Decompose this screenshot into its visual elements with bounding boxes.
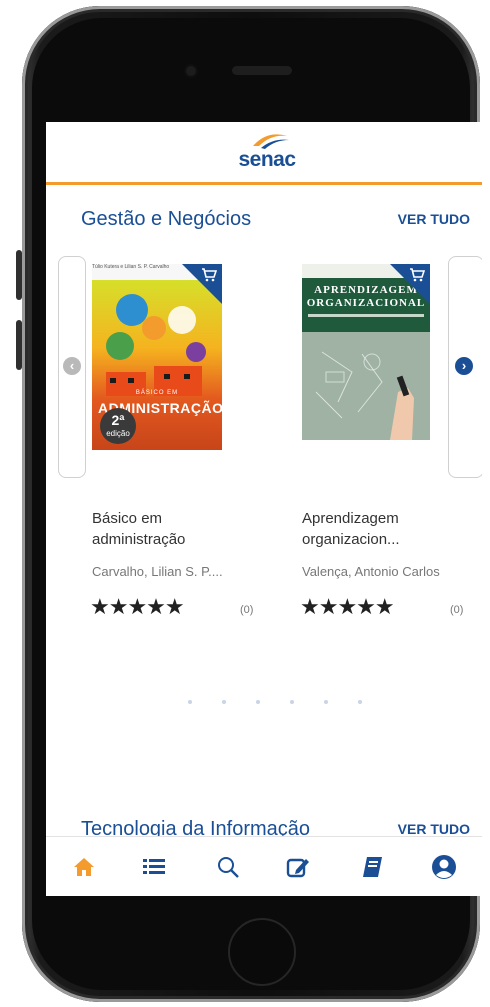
chevron-left-icon: ‹ <box>63 357 81 375</box>
carousel-prev-button[interactable]: ‹ <box>58 256 86 478</box>
logo-text: senac <box>238 148 296 171</box>
senac-logo: senac <box>233 128 301 176</box>
cart-icon[interactable] <box>201 268 217 282</box>
page-dot[interactable] <box>290 700 294 704</box>
earpiece-speaker <box>232 66 292 75</box>
home-icon <box>74 858 94 876</box>
book-author-1: Carvalho, Lilian S. P.... <box>92 564 223 579</box>
page-dot[interactable] <box>222 700 226 704</box>
rating-stars-2: ★★★★★ <box>300 594 395 619</box>
volume-down-button <box>16 320 22 370</box>
page-dot[interactable] <box>256 700 260 704</box>
edition-badge: 2ª edição <box>100 408 136 444</box>
nav-library-button[interactable] <box>358 853 386 881</box>
book-cover-1[interactable]: Túlio Kutera e Lilian S. P. Carvalho BÁS… <box>92 264 222 450</box>
see-all-it-link[interactable]: VER TUDO <box>398 821 470 837</box>
chalkboard-illustration-icon <box>315 351 414 440</box>
section-title-business: Gestão e Negócios <box>81 208 252 230</box>
chevron-right-icon: › <box>455 357 473 375</box>
user-icon <box>432 855 456 879</box>
page-dot[interactable] <box>358 700 362 704</box>
carousel-next-button[interactable]: › <box>448 256 482 478</box>
app-screen: senac Gestão e Negócios VER TUDO ‹ Túlio… <box>46 122 482 896</box>
app-header: senac <box>46 122 482 185</box>
cart-icon[interactable] <box>409 268 425 282</box>
cover-title-small: BÁSICO EM <box>135 390 179 396</box>
home-button[interactable] <box>228 918 296 986</box>
nav-home-button[interactable] <box>70 853 98 881</box>
book-cover-2[interactable]: APRENDIZAGEM ORGANIZACIONAL <box>302 264 430 440</box>
logo-swoosh-icon <box>253 134 289 149</box>
page-dot[interactable] <box>324 700 328 704</box>
nav-list-button[interactable] <box>140 853 168 881</box>
review-count-2: (0) <box>450 604 464 616</box>
edition-label: edição <box>106 429 130 438</box>
search-icon <box>218 857 239 878</box>
book-icon <box>363 857 382 877</box>
review-count-1: (0) <box>240 604 254 616</box>
book-title-1-line1: Básico em <box>92 510 163 527</box>
book-title-2[interactable]: Aprendizagem organizacion... <box>302 508 400 550</box>
nav-edit-button[interactable] <box>284 853 312 881</box>
edit-icon <box>286 858 309 878</box>
nav-search-button[interactable] <box>214 853 242 881</box>
cover-subtitle-rule <box>308 314 424 317</box>
book-title-2-line1: Aprendizagem <box>302 510 399 527</box>
book-title-1[interactable]: Básico em administração <box>92 508 185 550</box>
rating-stars-1: ★★★★★ <box>90 594 185 619</box>
book-author-2: Valença, Antonio Carlos <box>302 564 440 579</box>
see-all-business-link[interactable]: VER TUDO <box>398 211 470 227</box>
book-title-1-line2: administração <box>92 531 186 548</box>
front-camera <box>186 66 196 76</box>
nav-profile-button[interactable] <box>430 853 458 881</box>
volume-up-button <box>16 250 22 300</box>
edition-number: 2ª <box>111 412 125 428</box>
page-dot[interactable] <box>188 700 192 704</box>
list-icon <box>143 859 165 874</box>
book-title-2-line2: organizacion... <box>302 531 400 548</box>
bottom-navigation <box>46 836 482 896</box>
carousel-pagination <box>46 700 482 706</box>
